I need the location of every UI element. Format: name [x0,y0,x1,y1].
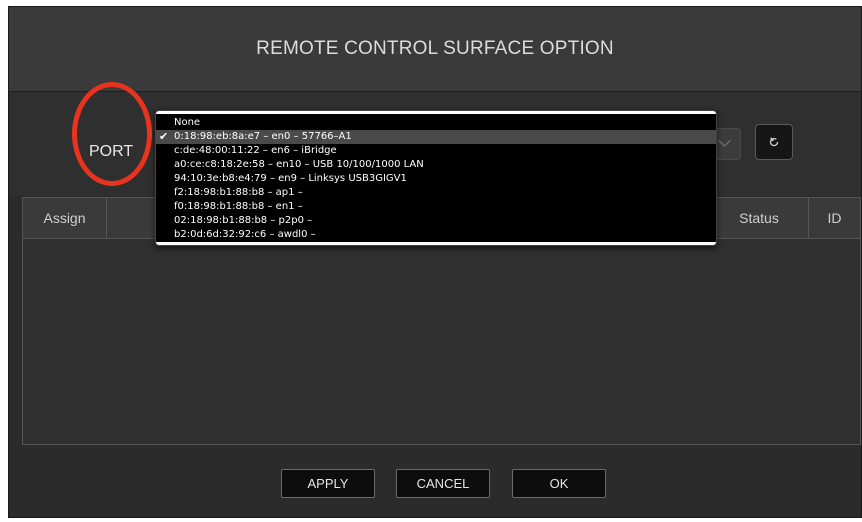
option-label: b2:0d:6d:32:92:c6 – awdl0 – [174,229,316,240]
cancel-button[interactable]: CANCEL [396,469,490,498]
column-header-status[interactable]: Status [709,198,809,238]
option-label: f0:18:98:b1:88:b8 – en1 – [174,201,303,212]
option-label: a0:ce:c8:18:2e:58 – en10 – USB 10/100/10… [174,159,424,170]
refresh-icon [769,137,779,147]
port-option[interactable]: None [156,116,716,130]
ok-button[interactable]: OK [512,469,606,498]
port-dropdown-menu: None ✔ 0:18:98:eb:8a:e7 – en0 – 57766–A1 … [155,110,717,246]
port-option-selected[interactable]: ✔ 0:18:98:eb:8a:e7 – en0 – 57766–A1 [156,130,716,144]
port-option[interactable]: f0:18:98:b1:88:b8 – en1 – [156,200,716,214]
refresh-button[interactable] [755,124,793,160]
port-option[interactable]: a0:ce:c8:18:2e:58 – en10 – USB 10/100/10… [156,158,716,172]
option-label: 0:18:98:eb:8a:e7 – en0 – 57766–A1 [174,131,352,142]
option-label: c:de:48:00:11:22 – en6 – iBridge [174,145,337,156]
remote-control-surface-dialog: REMOTE CONTROL SURFACE OPTION PORT Assig… [8,6,862,518]
port-option[interactable]: 02:18:98:b1:88:b8 – p2p0 – [156,214,716,228]
option-label: None [174,117,201,128]
option-label: 94:10:3e:b8:e4:79 – en9 – Linksys USB3GI… [174,173,407,184]
column-header-assign[interactable]: Assign [23,198,107,238]
dialog-title-bar: REMOTE CONTROL SURFACE OPTION [9,7,861,92]
dialog-title: REMOTE CONTROL SURFACE OPTION [256,38,614,59]
port-label: PORT [89,143,134,160]
port-option[interactable]: 94:10:3e:b8:e4:79 – en9 – Linksys USB3GI… [156,172,716,186]
port-option[interactable]: f2:18:98:b1:88:b8 – ap1 – [156,186,716,200]
column-header-id[interactable]: ID [809,198,860,238]
port-option[interactable]: c:de:48:00:11:22 – en6 – iBridge [156,144,716,158]
option-label: 02:18:98:b1:88:b8 – p2p0 – [174,215,313,226]
dialog-footer: APPLY CANCEL OK [9,447,861,517]
apply-button[interactable]: APPLY [281,469,375,498]
checkmark-icon: ✔ [159,130,169,143]
port-option[interactable]: b2:0d:6d:32:92:c6 – awdl0 – [156,228,716,242]
chevron-down-icon [718,134,731,147]
option-label: f2:18:98:b1:88:b8 – ap1 – [174,187,303,198]
